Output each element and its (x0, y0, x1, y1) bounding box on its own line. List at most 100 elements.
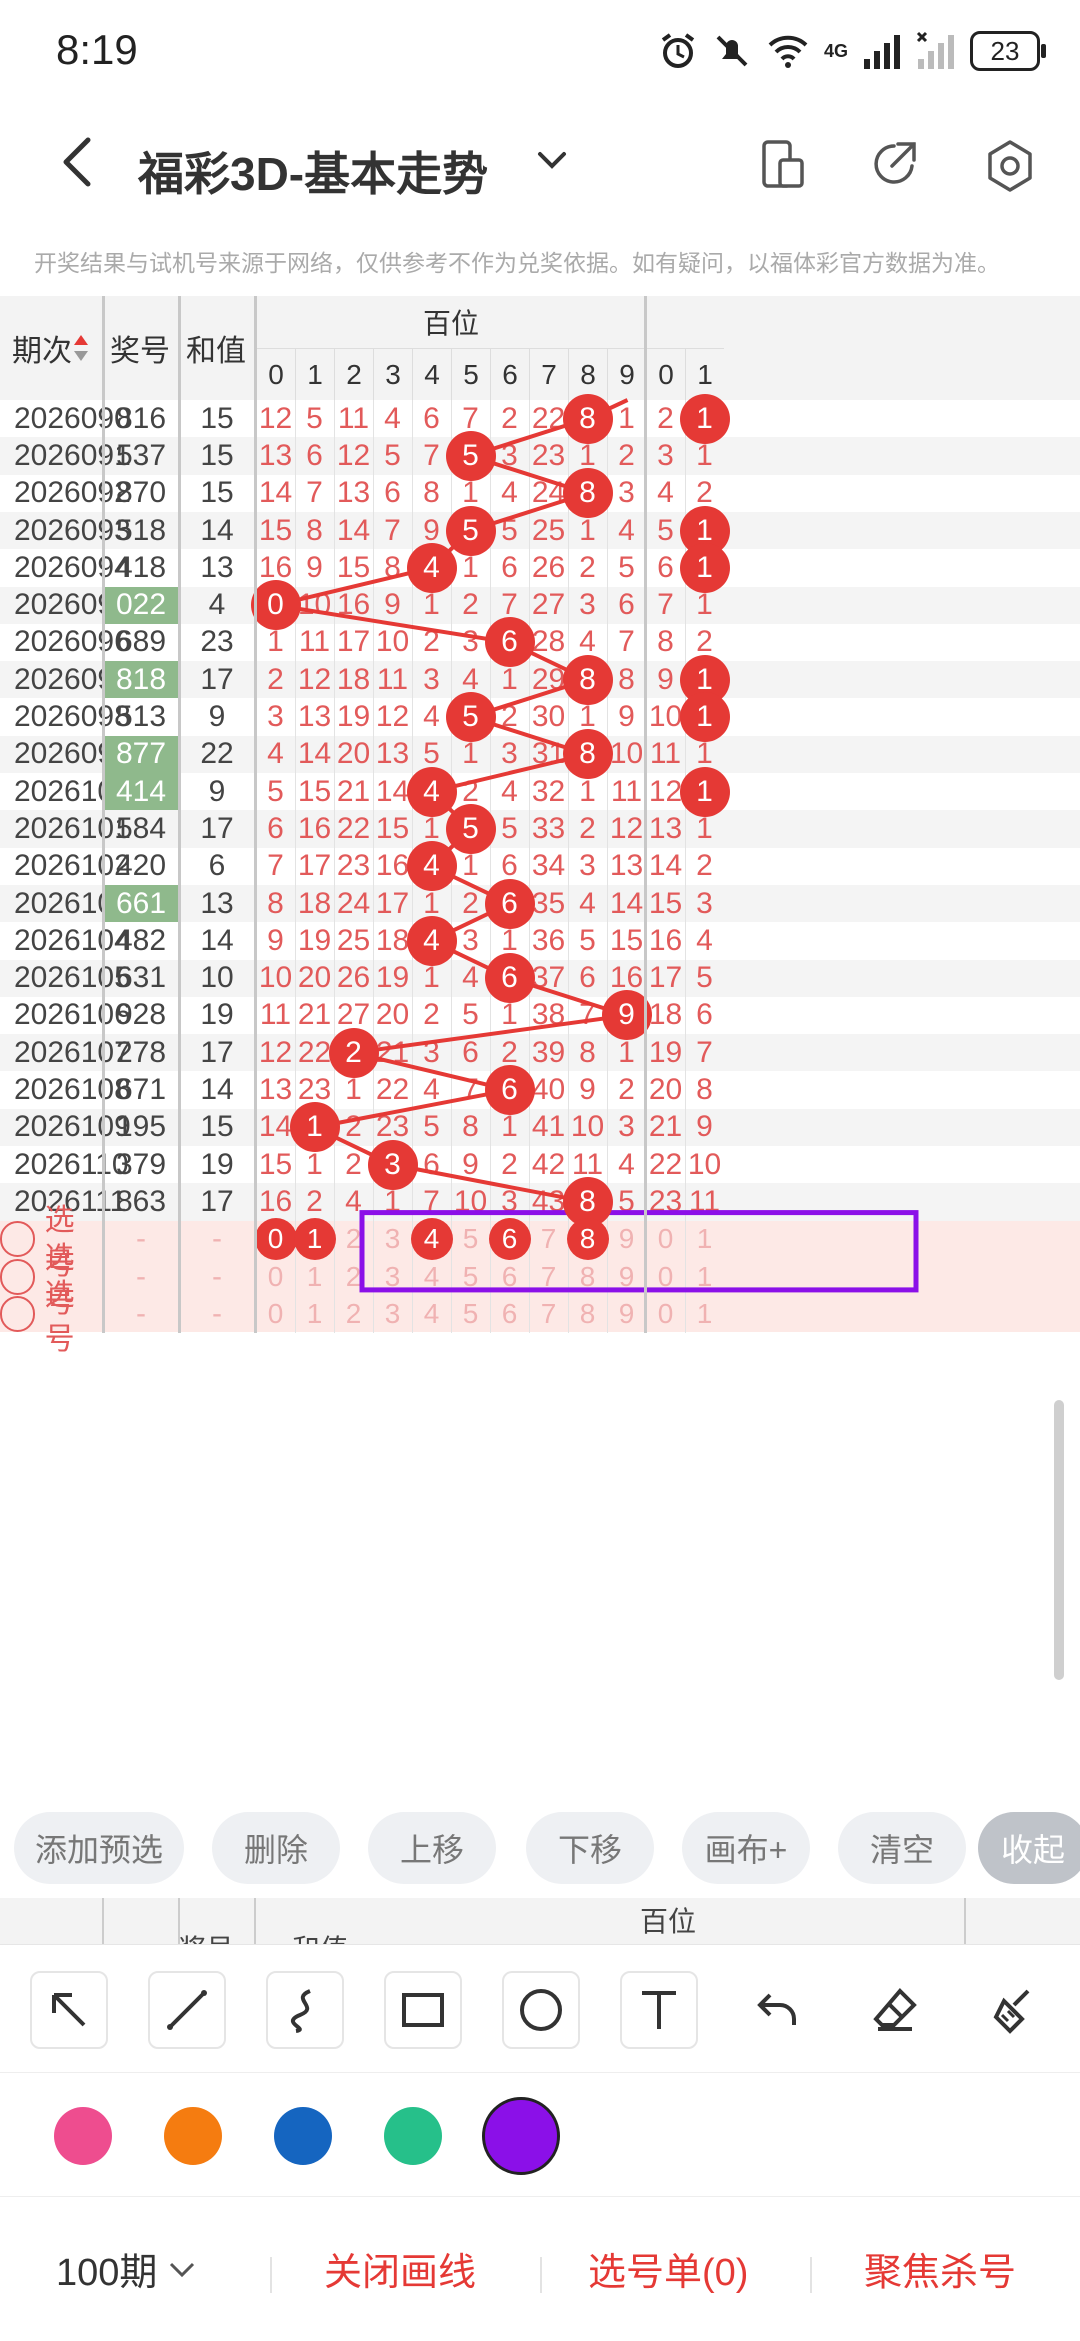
selected-digit-ball[interactable]: 6 (488, 1218, 531, 1261)
color-swatch[interactable] (164, 2107, 222, 2165)
header-digit: 6 (490, 348, 529, 400)
select-digit[interactable]: 2 (334, 1258, 373, 1295)
delete-button[interactable]: 删除 (212, 1812, 340, 1884)
circle-tool[interactable] (502, 1971, 580, 2049)
miss-count: 2 (501, 401, 518, 435)
line-tool[interactable] (148, 1971, 226, 2049)
header2-divider (964, 1898, 966, 1944)
period-select[interactable]: 100期 (56, 2241, 199, 2296)
select-digit[interactable]: 7 (529, 1295, 568, 1332)
select-digit[interactable]: 8 (568, 1258, 607, 1295)
miss-count: 2 (618, 438, 635, 472)
period-cell: 2026093 (14, 513, 131, 547)
move-down-button[interactable]: 下移 (526, 1812, 654, 1884)
selected-digit-ball[interactable]: 0 (254, 1218, 297, 1261)
miss-count: 2 (501, 700, 518, 734)
header-tens-digit: 1 (685, 348, 724, 400)
select-row-toggle[interactable]: 选号 (0, 1279, 102, 1356)
move-up-button[interactable]: 上移 (368, 1812, 496, 1884)
color-swatch[interactable] (274, 2107, 332, 2165)
select-tens-digit[interactable]: 1 (685, 1258, 724, 1295)
miss-count: 5 (306, 401, 323, 435)
select-tens-digit[interactable]: 0 (646, 1258, 685, 1295)
select-digit[interactable]: 1 (295, 1258, 334, 1295)
ticket-button[interactable]: 选号单(0) (588, 2241, 748, 2296)
hit-ball: 4 (406, 542, 457, 593)
share-icon[interactable] (868, 138, 920, 190)
hit-ball: 4 (406, 915, 457, 966)
select-digit[interactable]: 2 (334, 1221, 373, 1258)
back-arrow-icon[interactable] (50, 132, 110, 192)
header-period-label: 期次 (12, 335, 72, 368)
select-digit[interactable]: 9 (607, 1258, 646, 1295)
select-tens-digit[interactable]: 0 (646, 1221, 685, 1258)
collapse-button[interactable]: 收起 (978, 1812, 1080, 1884)
vertical-scrollbar[interactable] (1054, 1400, 1064, 1680)
select-digit[interactable]: 5 (451, 1258, 490, 1295)
undo-tool[interactable] (738, 1971, 816, 2049)
select-tens-digit[interactable]: 0 (646, 1295, 685, 1332)
miss-count: 6 (618, 588, 635, 622)
prize-cell: 418 (115, 550, 167, 584)
prize-cell: 816 (115, 401, 167, 435)
color-swatch[interactable] (384, 2107, 442, 2165)
select-digit[interactable]: 8 (568, 1295, 607, 1332)
clear-tool[interactable] (974, 1971, 1052, 2049)
add-preselect-button[interactable]: 添加预选 (14, 1812, 184, 1884)
select-digit[interactable]: 3 (373, 1221, 412, 1258)
header-hundreds: 百位 (422, 308, 479, 339)
select-digit[interactable]: 1 (295, 1295, 334, 1332)
clear-button[interactable]: 清空 (838, 1812, 966, 1884)
curve-tool[interactable] (266, 1971, 344, 2049)
select-sum: - (212, 1296, 222, 1330)
radio-button[interactable] (0, 1295, 35, 1332)
select-digit[interactable]: 3 (373, 1258, 412, 1295)
rectangle-tool[interactable] (384, 1971, 462, 2049)
device-layout-icon[interactable] (756, 138, 808, 190)
select-digit[interactable]: 4 (412, 1295, 451, 1332)
select-digit[interactable]: 4 (412, 1258, 451, 1295)
miss-count: 6 (384, 476, 401, 510)
focus-kill-button[interactable]: 聚焦杀号 (864, 2241, 1016, 2296)
select-digit[interactable]: 0 (256, 1258, 295, 1295)
canvas-add-button[interactable]: 画布+ (682, 1812, 810, 1884)
select-digit[interactable]: 9 (607, 1295, 646, 1332)
color-swatch[interactable] (54, 2107, 112, 2165)
select-digit[interactable]: 3 (373, 1295, 412, 1332)
header-digit: 5 (451, 348, 490, 400)
select-tens-digit[interactable]: 1 (685, 1295, 724, 1332)
select-digit[interactable]: 7 (529, 1258, 568, 1295)
settings-icon[interactable] (982, 138, 1038, 194)
select-digit[interactable]: 2 (334, 1295, 373, 1332)
close-draw-button[interactable]: 关闭画线 (324, 2241, 476, 2296)
select-digit[interactable]: 7 (529, 1221, 568, 1258)
hit-ball: 8 (562, 654, 613, 705)
select-digit[interactable]: 0 (256, 1295, 295, 1332)
page-title[interactable]: 福彩3D-基本走势 (138, 138, 488, 204)
selected-digit-ball[interactable]: 8 (566, 1218, 609, 1261)
status-bar: 8:19 4G 23 (0, 0, 1080, 100)
period-cell: 2026102 (14, 849, 131, 883)
select-digit[interactable]: 6 (490, 1295, 529, 1332)
color-swatch[interactable] (482, 2097, 560, 2175)
radio-button[interactable] (0, 1221, 35, 1258)
eraser-tool[interactable] (856, 1971, 934, 2049)
miss-count: 7 (618, 625, 635, 659)
text-tool[interactable] (620, 1971, 698, 2049)
select-digit[interactable]: 9 (607, 1221, 646, 1258)
select-digit[interactable]: 5 (451, 1295, 490, 1332)
select-tens-digit[interactable]: 1 (685, 1221, 724, 1258)
selected-digit-ball[interactable]: 4 (410, 1218, 453, 1261)
radio-button[interactable] (0, 1258, 35, 1295)
select-digit[interactable]: 6 (490, 1258, 529, 1295)
column-divider (178, 296, 181, 1333)
miss-count: 2 (501, 1147, 518, 1181)
miss-count: 11 (376, 662, 409, 696)
header-period[interactable]: 期次 (0, 296, 102, 400)
miss-count: 2 (267, 662, 284, 696)
select-digit[interactable]: 5 (451, 1221, 490, 1258)
chevron-down-icon[interactable] (532, 140, 572, 180)
hit-ball: 6 (484, 1065, 535, 1116)
selected-digit-ball[interactable]: 1 (293, 1218, 336, 1261)
arrow-tool[interactable] (30, 1971, 108, 2049)
